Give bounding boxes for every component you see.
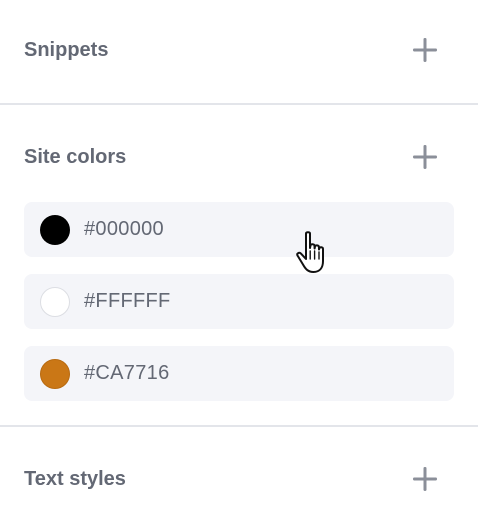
snippets-section-header[interactable]: Snippets	[24, 30, 438, 70]
color-value: #FFFFFF	[84, 290, 171, 312]
snippets-title: Snippets	[24, 38, 109, 61]
color-swatch	[40, 286, 70, 317]
color-row-black[interactable]: #000000	[24, 202, 454, 257]
section-divider	[0, 103, 478, 105]
color-row-orange[interactable]: #CA7716	[24, 346, 454, 401]
color-value: #000000	[84, 218, 164, 240]
plus-icon	[413, 467, 437, 491]
color-row-white[interactable]: #FFFFFF	[24, 274, 454, 329]
plus-icon	[413, 38, 437, 62]
text-styles-section-header[interactable]: Text styles	[24, 459, 438, 499]
plus-icon	[413, 145, 437, 169]
color-swatch	[40, 214, 70, 245]
text-styles-title: Text styles	[24, 467, 126, 490]
color-value: #CA7716	[84, 362, 170, 384]
color-swatch	[40, 358, 70, 389]
site-colors-section-header[interactable]: Site colors	[24, 137, 438, 177]
add-text-style-button[interactable]	[412, 466, 438, 492]
add-snippet-button[interactable]	[412, 37, 438, 63]
add-site-color-button[interactable]	[412, 144, 438, 170]
site-colors-title: Site colors	[24, 145, 127, 168]
assets-panel: Snippets Site colors #000000 #FFFFFF #CA…	[0, 0, 478, 532]
section-divider	[0, 425, 478, 427]
